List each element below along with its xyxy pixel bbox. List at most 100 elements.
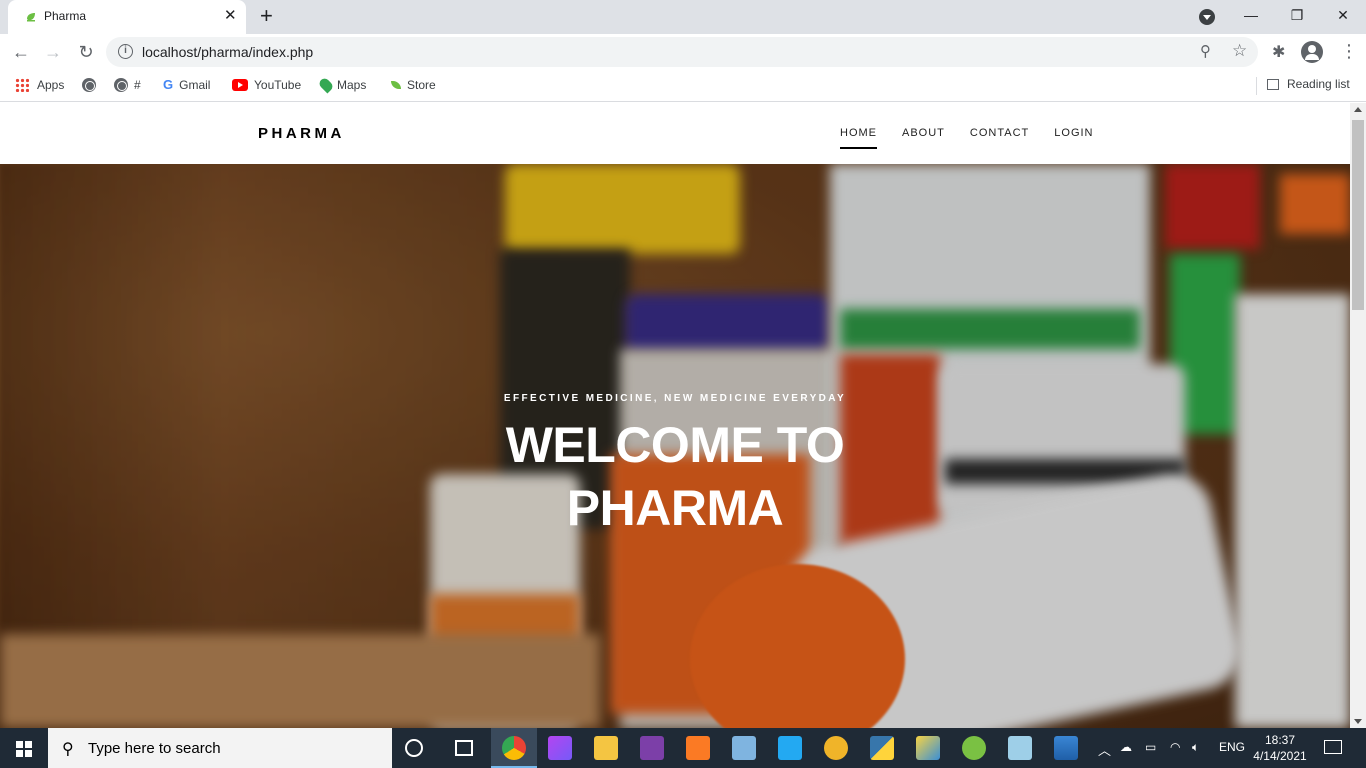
scroll-down-icon[interactable] <box>1354 719 1362 724</box>
profile-avatar-icon[interactable] <box>1301 41 1323 63</box>
taskbar-phpstorm[interactable] <box>537 728 583 768</box>
youtube-icon <box>232 78 248 91</box>
taskbar-chrome[interactable] <box>491 728 537 768</box>
start-button[interactable] <box>0 728 48 768</box>
taskbar-xampp[interactable] <box>675 728 721 768</box>
network-tool-icon <box>916 736 940 760</box>
windows-logo-icon <box>16 741 32 757</box>
site-brand[interactable]: PHARMA <box>258 125 345 142</box>
show-hidden-icons-icon[interactable]: ︿ <box>1098 740 1111 759</box>
nav-contact[interactable]: CONTACT <box>970 127 1029 149</box>
task-view-icon[interactable] <box>455 740 473 756</box>
nav-links: HOME ABOUT CONTACT LOGIN <box>840 127 1119 149</box>
forward-icon[interactable]: → <box>41 40 65 64</box>
taskbar-app-green[interactable] <box>951 728 997 768</box>
vscode-icon <box>778 736 802 760</box>
hero-headline-line-2: PHARMA <box>566 480 784 536</box>
taskbar-search[interactable]: ⚲ Type here to search <box>48 728 392 768</box>
nav-about[interactable]: ABOUT <box>902 127 945 149</box>
bookmarks-bar: Apps # G Gmail YouTube Maps Store Reading… <box>0 70 1366 102</box>
search-icon: ⚲ <box>62 741 74 758</box>
taskbar-search-placeholder: Type here to search <box>88 740 221 757</box>
url-text[interactable]: localhost/pharma/index.php <box>142 44 313 60</box>
close-window-icon[interactable]: ✕ <box>1320 0 1366 32</box>
extensions-icon[interactable]: ✱ <box>1272 42 1285 62</box>
back-icon[interactable]: ← <box>9 40 33 64</box>
bookmark-youtube[interactable]: YouTube <box>232 77 301 95</box>
globe-icon <box>114 77 128 92</box>
reading-list-button[interactable]: Reading list <box>1256 77 1350 95</box>
browser-tab-strip: Pharma ✕ + — ❐ ✕ <box>0 0 1366 34</box>
cortana-icon[interactable] <box>405 739 423 757</box>
bookmark-maps[interactable]: Maps <box>317 76 366 95</box>
taskbar-network-tool[interactable] <box>905 728 951 768</box>
taskbar-brave[interactable] <box>813 728 859 768</box>
taskbar-virtualbox[interactable] <box>721 728 767 768</box>
wifi-icon[interactable]: ◠ <box>1170 740 1180 754</box>
reading-list-icon <box>1267 79 1279 91</box>
taskbar-app-notes[interactable] <box>997 728 1043 768</box>
photos-icon <box>1054 736 1078 760</box>
taskbar-python[interactable] <box>859 728 905 768</box>
restore-icon[interactable]: ❐ <box>1274 0 1320 32</box>
globe-icon <box>82 77 96 92</box>
zoom-icon[interactable]: ⚲ <box>1200 42 1211 60</box>
bookmark-globe-1[interactable] <box>82 77 102 95</box>
folder-icon <box>594 736 618 760</box>
new-tab-button[interactable]: + <box>260 3 273 29</box>
shield-icon <box>824 736 848 760</box>
apps-grid-icon <box>15 77 29 92</box>
scrollbar-thumb[interactable] <box>1352 120 1364 310</box>
hero-tagline: EFFECTIVE MEDICINE, NEW MEDICINE EVERYDA… <box>503 393 847 404</box>
hero-headline: WELCOME TO PHARMA <box>0 414 1350 540</box>
battery-icon[interactable]: ▭ <box>1145 740 1156 754</box>
page-viewport: PHARMA HOME ABOUT CONTACT LOGIN EFFECTIV… <box>0 103 1350 728</box>
chrome-icon <box>502 736 526 760</box>
bookmark-store[interactable]: Store <box>391 77 436 95</box>
leaf-favicon-icon <box>24 10 38 24</box>
browser-toolbar: ← → ↻ i localhost/pharma/index.php ⚲ ☆ ✱… <box>0 34 1366 70</box>
onedrive-cloud-icon[interactable]: ☁ <box>1120 740 1132 754</box>
reload-icon[interactable]: ↻ <box>74 40 98 64</box>
tab-search-icon[interactable] <box>1199 9 1215 25</box>
bookmark-gmail[interactable]: G Gmail <box>163 77 210 95</box>
close-tab-icon[interactable]: ✕ <box>224 6 237 24</box>
taskbar-app-m[interactable] <box>629 728 675 768</box>
volume-icon[interactable]: 🔈︎ <box>1192 740 1199 755</box>
maps-icon <box>317 76 335 94</box>
site-navbar: PHARMA HOME ABOUT CONTACT LOGIN <box>0 103 1350 164</box>
notification-center-icon[interactable] <box>1324 740 1342 754</box>
bookmark-hash[interactable]: # <box>114 77 141 95</box>
nav-login[interactable]: LOGIN <box>1054 127 1093 149</box>
browser-tab[interactable]: Pharma ✕ <box>8 0 246 34</box>
xampp-icon <box>686 736 710 760</box>
taskbar-file-explorer[interactable] <box>583 728 629 768</box>
green-app-icon <box>962 736 986 760</box>
python-icon <box>870 736 894 760</box>
tab-title: Pharma <box>44 9 87 23</box>
kebab-menu-icon[interactable]: ⋮ <box>1340 42 1358 60</box>
hero-headline-line-1: WELCOME TO <box>505 417 845 473</box>
clock-date: 4/14/2021 <box>1253 749 1307 763</box>
phpstorm-icon <box>548 736 572 760</box>
bookmark-apps[interactable]: Apps <box>15 77 64 95</box>
scroll-up-icon[interactable] <box>1354 107 1362 112</box>
address-bar[interactable]: i localhost/pharma/index.php ⚲ ☆ <box>106 37 1258 67</box>
minimize-icon[interactable]: — <box>1228 0 1274 32</box>
language-indicator[interactable]: ENG <box>1219 740 1245 754</box>
nav-home[interactable]: HOME <box>840 127 877 149</box>
notes-icon <box>1008 736 1032 760</box>
app-m-icon <box>640 736 664 760</box>
google-icon: G <box>163 76 174 92</box>
site-info-icon[interactable]: i <box>118 44 133 59</box>
taskbar-clock[interactable]: 18:37 4/14/2021 <box>1252 732 1308 764</box>
cube-icon <box>732 736 756 760</box>
taskbar-vscode[interactable] <box>767 728 813 768</box>
leaf-icon <box>391 80 401 89</box>
hero-section: EFFECTIVE MEDICINE, NEW MEDICINE EVERYDA… <box>0 164 1350 728</box>
windows-taskbar: ⚲ Type here to search ︿ ☁ ▭ ◠ 🔈︎ ENG 18:… <box>0 728 1366 768</box>
page-scrollbar[interactable] <box>1350 103 1366 728</box>
bookmark-star-icon[interactable]: ☆ <box>1232 41 1247 61</box>
taskbar-photos[interactable] <box>1043 728 1089 768</box>
clock-time: 18:37 <box>1264 733 1296 747</box>
